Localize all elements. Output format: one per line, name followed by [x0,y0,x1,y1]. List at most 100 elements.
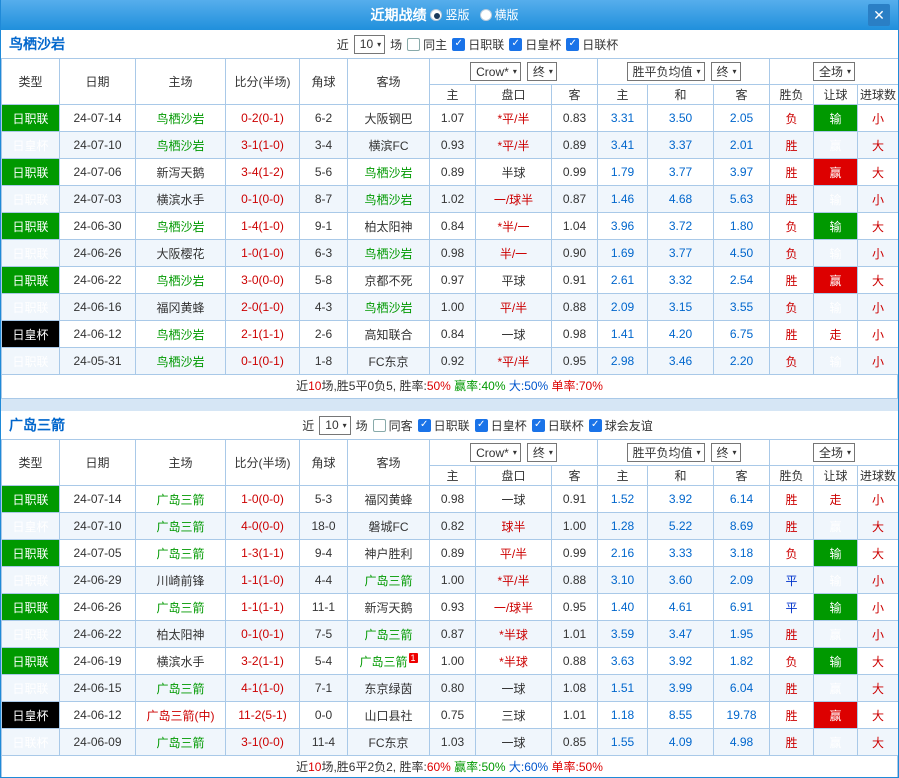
asian-away-odds-cell: 0.95 [552,594,598,621]
handicap-result-cell: 输 [814,348,858,375]
home-team-cell: 鸟栖沙岩 [136,132,226,159]
filter-checkbox-日职联[interactable]: ✓日职联 [452,36,504,53]
euro-away-odds-cell: 3.55 [714,294,770,321]
recent-count-select[interactable]: 10▾ [319,416,350,435]
summary-part: 场,胜6平2负2, 胜率: [321,760,426,774]
euro-draw-odds-cell: 5.22 [648,513,714,540]
goals-cell: 大 [858,213,899,240]
header-eu_home: 主 [598,85,648,105]
handicap-result-cell: 输 [814,294,858,321]
handicap-result-cell: 赢 [814,132,858,159]
handicap-result-cell: 输 [814,240,858,267]
checkbox-icon[interactable] [373,419,386,432]
league-cell: 日职联 [2,294,60,321]
odds-company-select[interactable]: Crow*▾ [470,62,521,81]
close-icon[interactable]: ✕ [868,4,890,26]
handicap-result-cell: 输 [814,213,858,240]
select-value: 胜平负均值 [633,444,693,461]
asian-away-odds-cell: 0.98 [552,321,598,348]
odds-stage-select[interactable]: 终▾ [527,443,557,462]
header-goals: 进球数 [858,466,899,486]
europe-odds-select[interactable]: 胜平负均值▾ [627,443,705,462]
euro-away-odds-cell: 2.20 [714,348,770,375]
checkbox-icon[interactable]: ✓ [475,419,488,432]
match-row: 日职联24-07-14广岛三箭1-0(0-0)5-3福冈黄蜂0.98一球0.91… [2,486,899,513]
euro-away-odds-cell: 5.63 [714,186,770,213]
recent-count-select[interactable]: 10▾ [354,35,385,54]
euro-away-odds-cell: 4.98 [714,729,770,756]
team-section: 鸟栖沙岩近10▾场同主✓日职联✓日皇杯✓日联杯类型日期主场比分(半场)角球客场C… [1,30,898,399]
match-row: 日职联24-06-16福冈黄蜂2-0(1-0)4-3鸟栖沙岩1.00平/半0.8… [2,294,899,321]
goals-cell: 小 [858,294,899,321]
summary-part: 场,胜5平0负5, 胜率: [321,379,426,393]
checkbox-icon[interactable]: ✓ [566,38,579,51]
filter-checkbox-日皇杯[interactable]: ✓日皇杯 [509,36,561,53]
header-result: 胜负 [770,466,814,486]
europe-odds-select[interactable]: 胜平负均值▾ [627,62,705,81]
europe-stage-select[interactable]: 终▾ [711,443,741,462]
league-cell: 日皇杯 [2,132,60,159]
team-title: 鸟栖沙岩 [9,34,65,54]
filter-checkbox-同客[interactable]: 同客 [373,417,413,434]
header-away: 客场 [348,59,430,105]
header-eu_away: 客 [714,466,770,486]
asian-away-odds-cell: 0.99 [552,159,598,186]
summary-part: 单率:50% [548,760,603,774]
fulltime-select[interactable]: 全场▾ [813,443,855,462]
filter-checkbox-日联杯[interactable]: ✓日联杯 [566,36,618,53]
goals-cell: 大 [858,648,899,675]
radio-icon [430,9,442,21]
away-team-cell: 柏太阳神 [348,213,430,240]
home-team-cell: 柏太阳神 [136,621,226,648]
games-label: 场 [390,36,402,53]
europe-stage-select[interactable]: 终▾ [711,62,741,81]
asian-handicap-cell: *平/半 [476,105,552,132]
asian-home-odds-cell: 1.00 [430,648,476,675]
fulltime-select[interactable]: 全场▾ [813,62,855,81]
asian-home-odds-cell: 0.89 [430,540,476,567]
checkbox-icon[interactable]: ✓ [589,419,602,432]
checkbox-icon[interactable] [407,38,420,51]
asian-handicap-cell: 球半 [476,513,552,540]
checkbox-icon[interactable]: ✓ [418,419,431,432]
score-cell: 0-1(0-1) [226,621,300,648]
header-home: 主场 [136,59,226,105]
match-row: 日职联24-06-26广岛三箭1-1(1-1)11-1新泻天鹅0.93一/球半0… [2,594,899,621]
filter-checkbox-同主[interactable]: 同主 [407,36,447,53]
header-handicap_result: 让球 [814,85,858,105]
filter-checkbox-日皇杯[interactable]: ✓日皇杯 [475,417,527,434]
home-team-cell: 鸟栖沙岩 [136,213,226,240]
handicap-result-cell: 赢 [814,621,858,648]
handicap-result-cell: 走 [814,486,858,513]
euro-home-odds-cell: 3.59 [598,621,648,648]
filter-checkbox-球会友谊[interactable]: ✓球会友谊 [589,417,653,434]
chevron-down-icon: ▾ [847,448,851,457]
asian-handicap-cell: 一球 [476,675,552,702]
checkbox-icon[interactable]: ✓ [509,38,522,51]
odds-stage-select[interactable]: 终▾ [527,62,557,81]
filter-checkbox-日职联[interactable]: ✓日职联 [418,417,470,434]
euro-draw-odds-cell: 3.77 [648,240,714,267]
euro-away-odds-cell: 19.78 [714,702,770,729]
asian-home-odds-cell: 1.00 [430,567,476,594]
checkbox-icon[interactable]: ✓ [532,419,545,432]
match-row: 日联杯24-06-09广岛三箭3-1(0-0)11-4FC东京1.03一球0.8… [2,729,899,756]
view-radio-vertical[interactable]: 竖版 [430,6,469,23]
away-team-cell: 鸟栖沙岩 [348,186,430,213]
handicap-result-cell: 走 [814,321,858,348]
view-radio-horizontal[interactable]: 横版 [480,6,519,23]
summary-part: 近 [296,379,308,393]
corner-cell: 6-3 [300,240,348,267]
corner-cell: 4-4 [300,567,348,594]
filter-checkbox-日联杯[interactable]: ✓日联杯 [532,417,584,434]
header-date: 日期 [60,59,136,105]
checkbox-icon[interactable]: ✓ [452,38,465,51]
euro-home-odds-cell: 1.51 [598,675,648,702]
date-cell: 24-06-09 [60,729,136,756]
handicap-result-cell: 赢 [814,702,858,729]
result-cell: 胜 [770,159,814,186]
chevron-down-icon: ▾ [549,448,553,457]
goals-cell: 小 [858,348,899,375]
odds-company-select[interactable]: Crow*▾ [470,443,521,462]
summary-part: 赢率:50% [451,760,506,774]
